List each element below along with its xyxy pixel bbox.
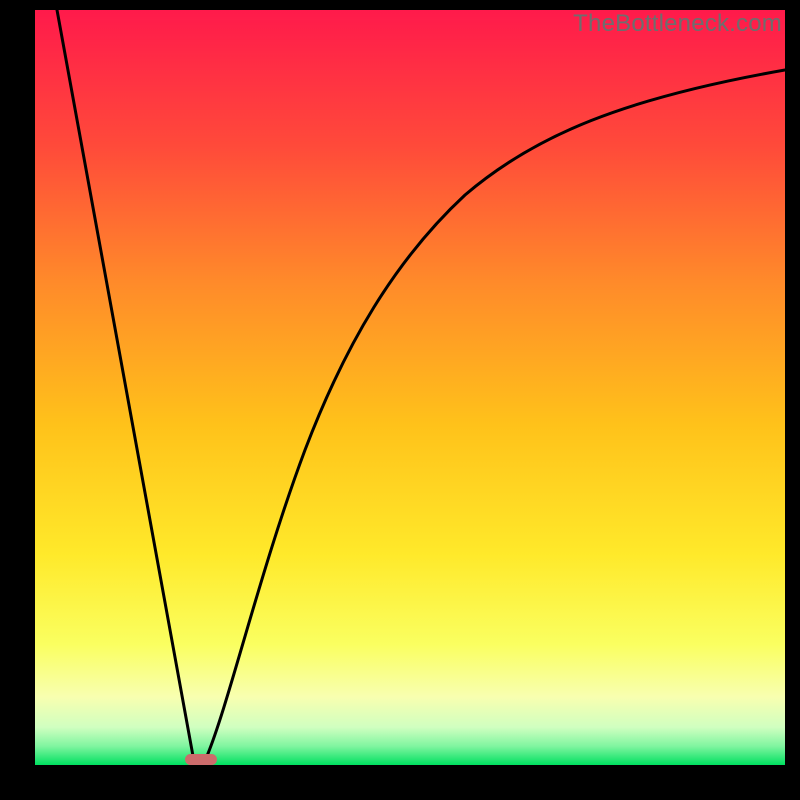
gradient-background xyxy=(35,10,785,765)
minimum-marker xyxy=(185,754,217,765)
chart-frame: TheBottleneck.com xyxy=(0,0,800,800)
watermark-text: TheBottleneck.com xyxy=(573,10,782,38)
bottleneck-chart xyxy=(35,10,785,765)
